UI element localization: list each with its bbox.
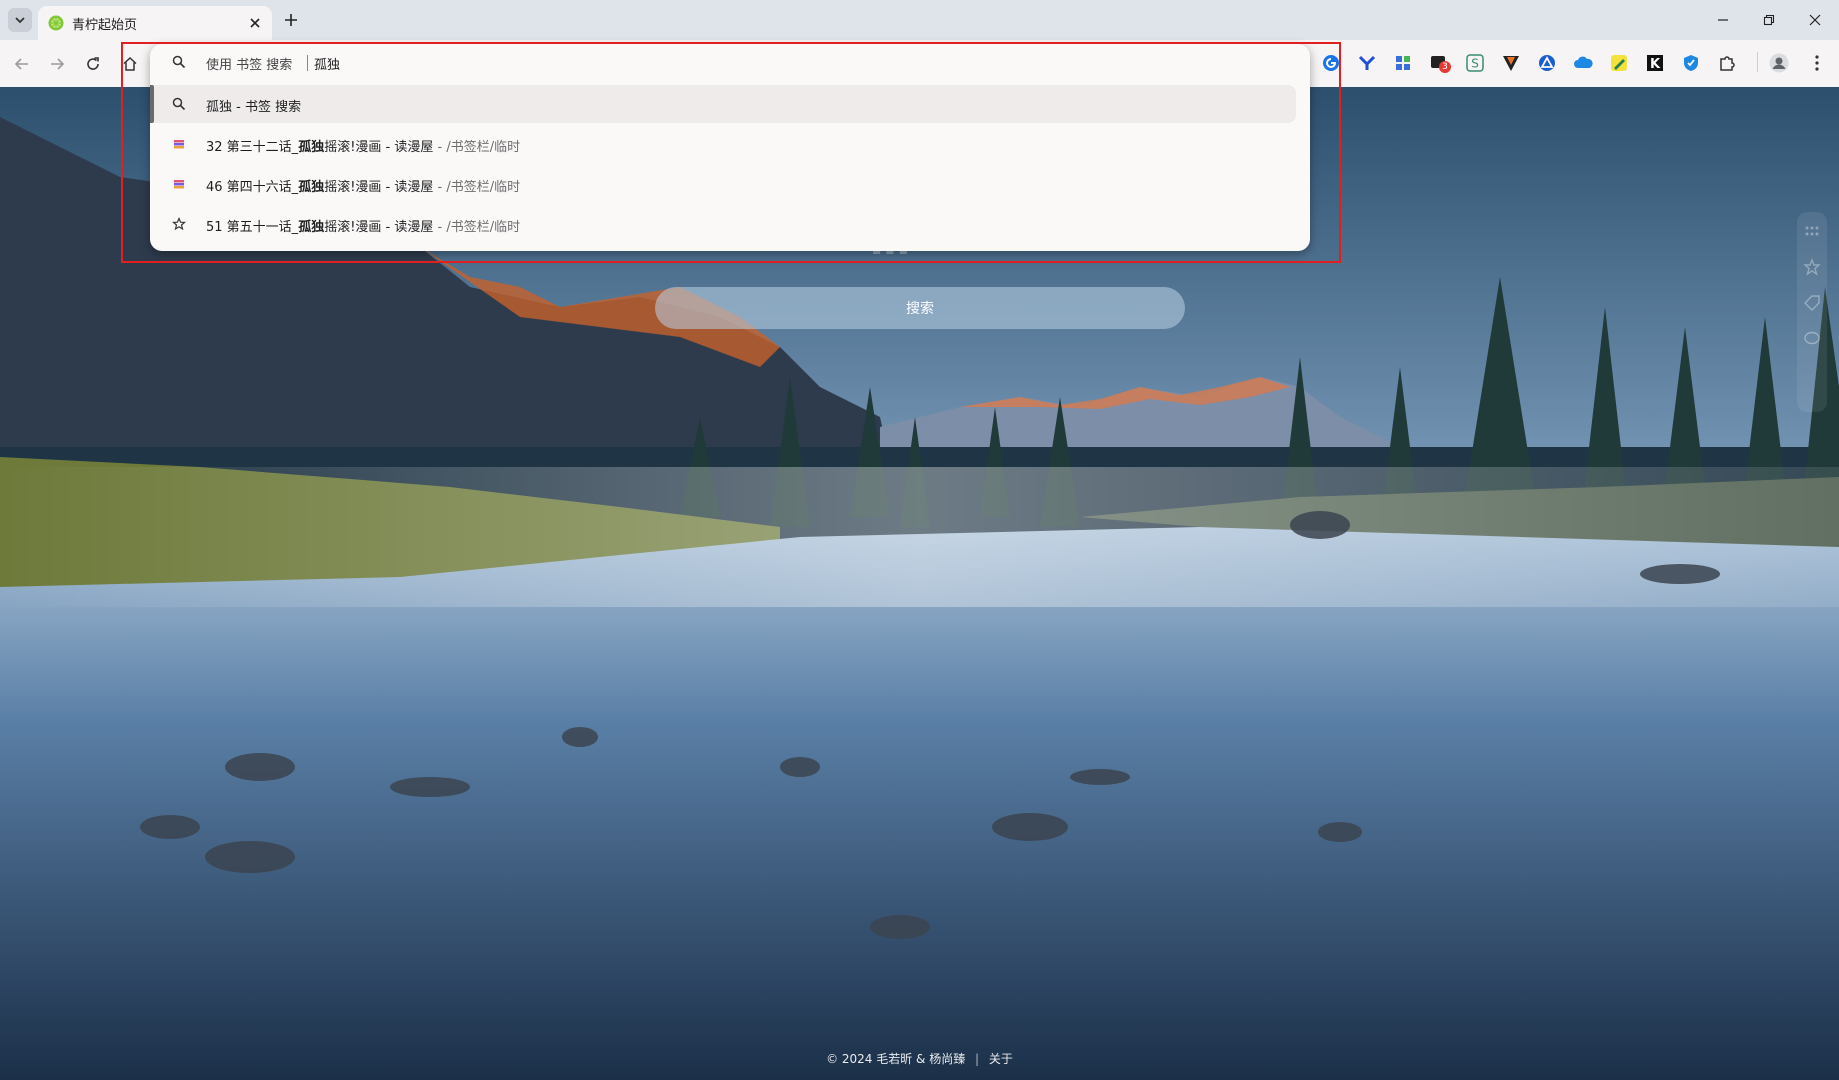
suggestion-row[interactable]: 51 第五十一话_孤独摇滚!漫画 - 读漫屋 - /书签栏/临时 (150, 205, 1296, 243)
v-ext-glyph (1503, 56, 1519, 71)
google-icon[interactable] (1320, 52, 1342, 74)
footer-separator: | (975, 1052, 980, 1066)
restore-icon (1763, 14, 1775, 26)
suggestion-title: 摇滚!漫画 - 读漫屋 (324, 180, 434, 195)
search-box-label: 搜索 (906, 301, 934, 317)
grid-ext-glyph (1396, 56, 1410, 70)
search-engine-keyword: 使用 书签 搜索 (206, 58, 293, 73)
footer-copyright: © 2024 毛若昕 & 杨尚臻 (826, 1052, 966, 1066)
suggestion-folder: - /书签栏/临时 (433, 220, 521, 235)
star-icon[interactable] (1803, 258, 1821, 276)
search-box[interactable]: 搜索 (655, 287, 1185, 329)
suggestion-suffix: - 书签 搜索 (232, 100, 302, 115)
suggestion-prefix: 46 第四十六话_ (206, 180, 299, 195)
suggestion-match: 孤独 (298, 220, 325, 235)
tab-strip: 青柠起始页 (0, 0, 1839, 40)
tab-title: 青柠起始页 (72, 18, 138, 33)
side-toolbar (1797, 212, 1827, 412)
shield-ext-icon[interactable] (1680, 52, 1702, 74)
v-ext-icon[interactable] (1500, 52, 1522, 74)
lime-favicon-icon (48, 15, 64, 31)
svg-text:S: S (1471, 57, 1479, 71)
keyword-divider (307, 55, 308, 71)
minimize-button[interactable] (1700, 0, 1746, 40)
chevron-down-icon (15, 17, 25, 24)
vpn-icon[interactable] (1356, 52, 1378, 74)
arrow-right-icon (51, 58, 65, 70)
google-ext-glyph (1323, 55, 1339, 71)
suggestion-text: 孤独 - 书签 搜索 (206, 96, 301, 115)
badge-ext-icon[interactable]: 3 (1428, 52, 1451, 74)
suggestion-text: 51 第五十一话_孤独摇滚!漫画 - 读漫屋 - /书签栏/临时 (206, 216, 520, 235)
window-close-button[interactable] (1792, 0, 1838, 40)
s-ext-icon[interactable]: S (1464, 52, 1486, 74)
menu-icon[interactable] (1806, 52, 1828, 74)
triangle-ext-icon[interactable] (1536, 52, 1558, 74)
toolbar-divider (1757, 52, 1758, 72)
back-button[interactable] (10, 52, 34, 76)
suggestion-row[interactable]: 46 第四十六话_孤独摇滚!漫画 - 读漫屋 - /书签栏/临时 (150, 165, 1296, 203)
profile-icon[interactable] (1768, 52, 1790, 74)
address-bar[interactable]: 使用 书签 搜索 孤独 (150, 44, 1310, 81)
tab-active[interactable]: 青柠起始页 (38, 6, 272, 40)
y-ext-glyph (1358, 55, 1376, 70)
suggestion-title: 摇滚!漫画 - 读漫屋 (324, 140, 434, 155)
s-ext-glyph: S (1466, 54, 1484, 72)
omnibox-dropdown: 使用 书签 搜索 孤独 孤独 - 书签 搜索 32 第三十二话_孤独摇滚!漫画 … (150, 44, 1310, 251)
close-icon[interactable] (246, 14, 264, 32)
pen-ext-icon[interactable] (1608, 52, 1630, 74)
tab-search-button[interactable] (8, 8, 32, 32)
restore-button[interactable] (1746, 0, 1792, 40)
cloud-ext-icon[interactable] (1572, 52, 1594, 74)
k-glyph: K (1647, 55, 1663, 72)
new-tab-icon[interactable] (280, 9, 302, 31)
minimize-icon (1718, 19, 1728, 21)
page-footer: © 2024 毛若昕 & 杨尚臻 | 关于 (0, 1050, 1839, 1067)
suggestion-match: 孤独 (206, 100, 233, 115)
home-icon (123, 56, 137, 71)
pen-glyph (1611, 55, 1627, 71)
suggestion-title: 摇滚!漫画 - 读漫屋 (324, 220, 434, 235)
suggestion-folder: - /书签栏/临时 (433, 180, 521, 195)
suggestion-row[interactable]: 32 第三十二话_孤独摇滚!漫画 - 读漫屋 - /书签栏/临时 (150, 125, 1296, 163)
cloud-glyph (1574, 56, 1593, 68)
drive-ext-glyph (1539, 55, 1555, 71)
suggestion-folder: - /书签栏/临时 (433, 140, 521, 155)
suggestion-prefix: 51 第五十一话_ (206, 220, 299, 235)
footer-about-link[interactable]: 关于 (989, 1052, 1013, 1066)
reload-button[interactable] (81, 52, 105, 76)
puzzle-icon[interactable] (1716, 52, 1738, 74)
suggestion-prefix: 32 第三十二话_ (206, 140, 299, 155)
suggestion-text: 46 第四十六话_孤独摇滚!漫画 - 读漫屋 - /书签栏/临时 (206, 176, 520, 195)
suggestion-match: 孤独 (298, 140, 325, 155)
suggestion-row[interactable]: 孤独 - 书签 搜索 (150, 85, 1296, 123)
grid-dots-icon[interactable] (1803, 222, 1821, 240)
apps-icon[interactable] (1392, 52, 1414, 74)
extension-badge: 3 (1439, 61, 1451, 73)
home-button[interactable] (118, 52, 142, 76)
kebab-menu-glyph (1815, 55, 1819, 71)
arrow-left-icon (14, 58, 28, 70)
selection-indicator (150, 85, 154, 123)
puzzle-glyph (1720, 56, 1735, 71)
forward-button[interactable] (45, 52, 69, 76)
book-icon (174, 180, 184, 189)
suggestion-text: 32 第三十二话_孤独摇滚!漫画 - 读漫屋 - /书签栏/临时 (206, 136, 520, 155)
search-icon (172, 55, 186, 69)
search-icon (172, 97, 186, 111)
book-icon (174, 140, 184, 149)
tag-icon[interactable] (1803, 294, 1821, 312)
star-icon (172, 217, 186, 231)
avatar-glyph (1769, 53, 1789, 73)
address-input[interactable]: 孤独 (314, 54, 340, 73)
reload-icon (87, 57, 99, 70)
chat-bubble-icon[interactable] (1803, 330, 1821, 348)
k-ext-icon[interactable]: K (1644, 52, 1666, 74)
svg-text:K: K (1650, 57, 1661, 72)
shield-glyph (1684, 55, 1698, 71)
close-icon (1809, 14, 1821, 26)
suggestion-match: 孤独 (298, 180, 325, 195)
